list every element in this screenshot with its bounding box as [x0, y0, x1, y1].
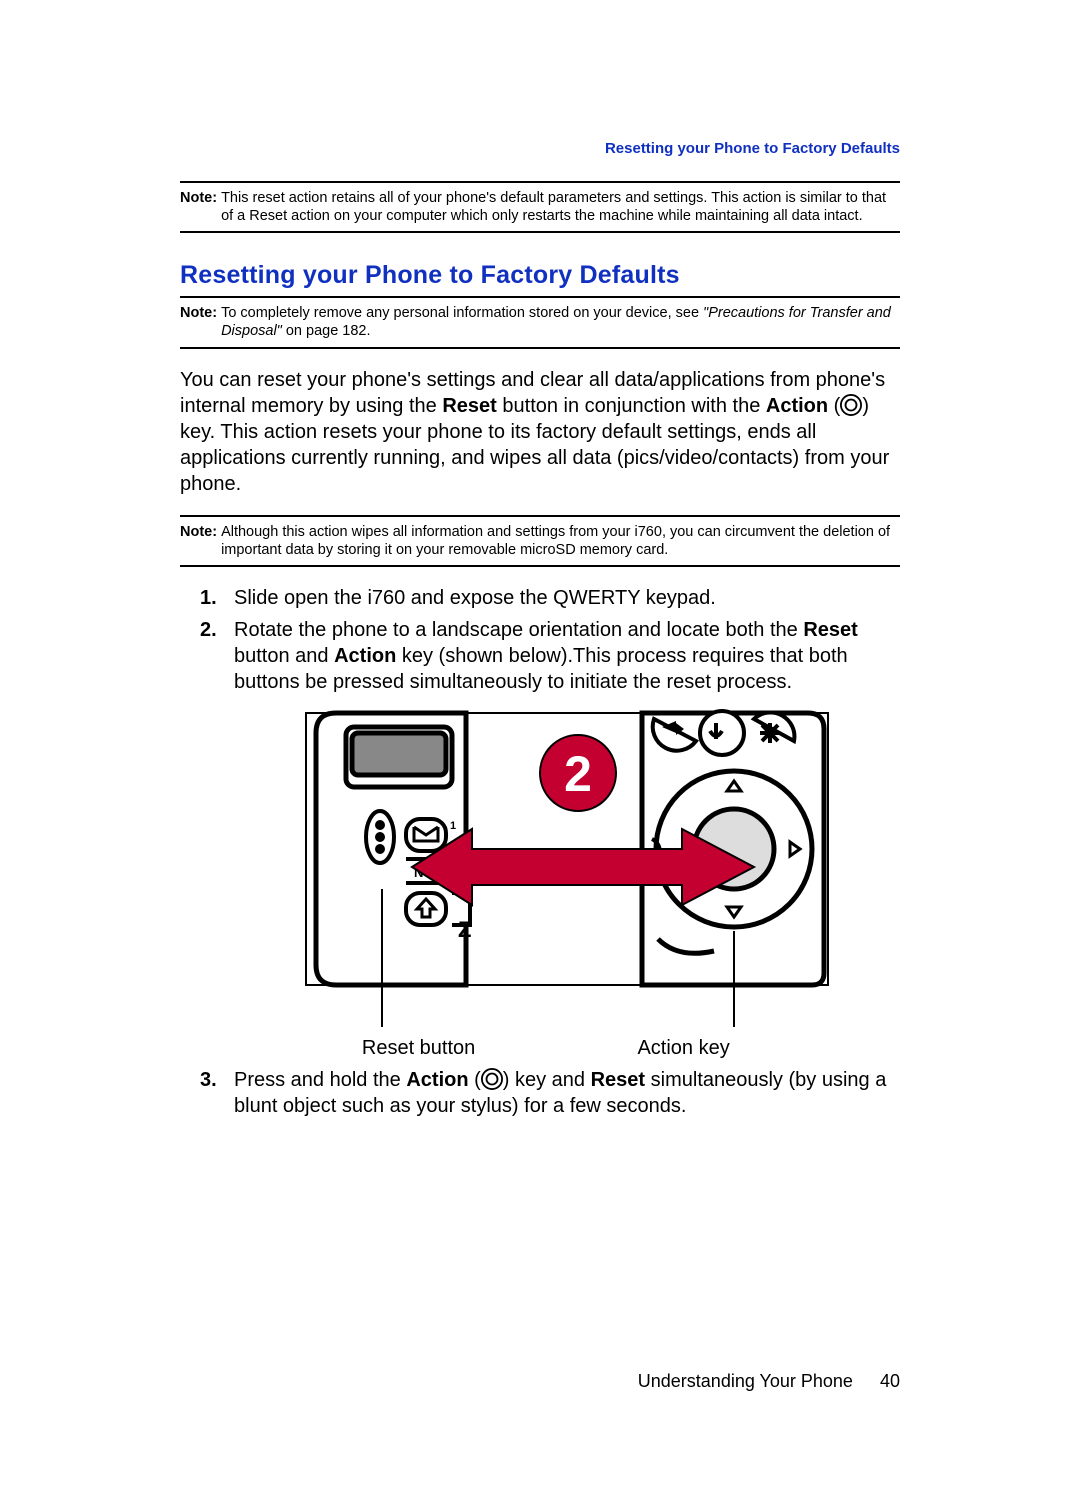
body-action-bold: Action: [766, 395, 828, 417]
step-2a: Rotate the phone to a landscape orientat…: [234, 619, 803, 641]
section-heading: Resetting your Phone to Factory Defaults: [180, 261, 900, 290]
note-3-text: Although this action wipes all informati…: [221, 523, 900, 559]
step-1-text: Slide open the i760 and expose the QWERT…: [234, 587, 716, 609]
step-3-reset: Reset: [591, 1069, 645, 1091]
action-key-icon: [481, 1068, 503, 1090]
figure-action-label: Action key: [535, 1035, 832, 1061]
note-2: Note: To completely remove any personal …: [180, 298, 900, 346]
step-3-action: Action: [406, 1069, 468, 1091]
note-2-post: on page 182.: [282, 323, 371, 339]
step-3b: (: [469, 1069, 481, 1091]
steps-list: Slide open the i760 and expose the QWERT…: [200, 585, 900, 1119]
figure: 1 N Z: [234, 709, 900, 1061]
svg-text:1: 1: [450, 820, 456, 832]
rule-after-note2: [180, 347, 900, 349]
step-2-action: Action: [334, 645, 396, 667]
step-3: Press and hold the Action ( ) key and Res…: [200, 1067, 900, 1119]
step-3a: Press and hold the: [234, 1069, 406, 1091]
step-2b: button and: [234, 645, 334, 667]
rule-after-note3: [180, 565, 900, 567]
step-2: Rotate the phone to a landscape orientat…: [200, 617, 900, 1061]
note-1: Note: This reset action retains all of y…: [180, 183, 900, 231]
footer-page-number: 40: [880, 1371, 900, 1391]
figure-reset-label: Reset button: [302, 1035, 535, 1061]
running-head: Resetting your Phone to Factory Defaults: [180, 140, 900, 157]
note-1-text: This reset action retains all of your ph…: [221, 189, 900, 225]
body-reset-bold: Reset: [442, 395, 496, 417]
note-2-pre: To completely remove any personal inform…: [221, 305, 703, 321]
footer-chapter: Understanding Your Phone: [638, 1371, 853, 1391]
step-3c: ) key and: [503, 1069, 591, 1091]
body-p1c: (: [828, 395, 840, 417]
body-p1b: button in conjunction with the: [497, 395, 766, 417]
action-key-icon: [840, 394, 862, 416]
svg-text:Z: Z: [458, 917, 471, 942]
step-1: Slide open the i760 and expose the QWERT…: [200, 585, 900, 611]
body-paragraph: You can reset your phone's settings and …: [180, 367, 900, 497]
figure-svg: 1 N Z: [302, 709, 832, 1029]
note-3: Note: Although this action wipes all inf…: [180, 517, 900, 565]
note-2-label: Note:: [180, 304, 221, 340]
rule-after-note1: [180, 231, 900, 233]
figure-badge-number: 2: [564, 746, 592, 802]
page-footer: Understanding Your Phone 40: [638, 1371, 900, 1392]
note-1-label: Note:: [180, 189, 221, 225]
step-2-reset: Reset: [803, 619, 857, 641]
note-3-label: Note:: [180, 523, 221, 559]
note-2-text: To completely remove any personal inform…: [221, 304, 900, 340]
